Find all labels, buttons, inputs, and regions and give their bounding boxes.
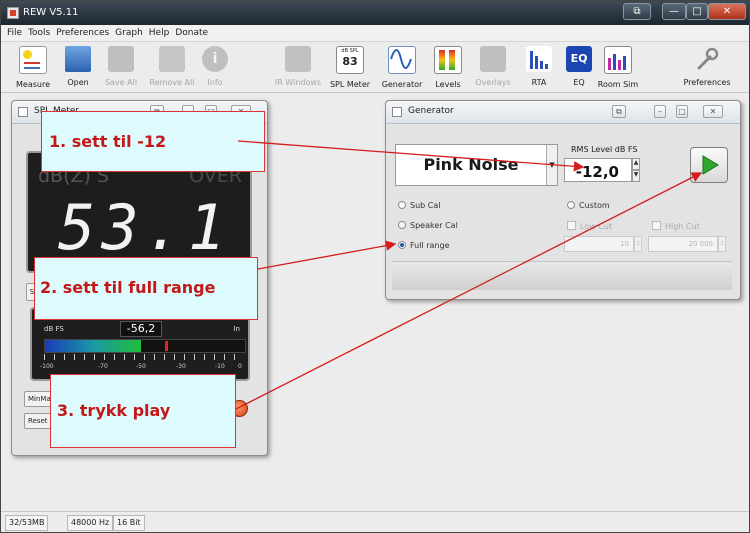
rms-spin-down[interactable]: ▼: [632, 170, 640, 182]
measure-button[interactable]: Measure: [8, 46, 58, 89]
status-bar: 32/53MB 48000 Hz 16 Bit: [1, 511, 749, 532]
rms-level-input[interactable]: -12,0: [564, 158, 632, 182]
overlays-button[interactable]: Overlays: [468, 46, 518, 87]
main-toolbar: Measure Open Save All Remove All i Info …: [1, 42, 749, 93]
gen-detach-button[interactable]: ⧉: [612, 105, 626, 118]
high-cut-checkbox[interactable]: High Cut: [652, 221, 700, 231]
menu-help[interactable]: Help: [149, 25, 170, 41]
gen-minimize-button[interactable]: –: [654, 105, 666, 118]
menu-file[interactable]: File: [7, 25, 22, 41]
level-bar-fill: [45, 340, 141, 352]
restore-button[interactable]: ⧉: [623, 3, 651, 20]
wrench-icon: [694, 46, 720, 72]
gen-maximize-button[interactable]: □: [676, 105, 688, 118]
ir-windows-icon: [285, 46, 311, 72]
low-cut-checkbox[interactable]: Low Cut: [567, 221, 612, 231]
rms-level-label: RMS Level dB FS: [571, 145, 638, 154]
play-button[interactable]: [690, 147, 728, 183]
chevron-down-icon: ▼: [546, 145, 557, 185]
low-cut-input[interactable]: 10: [564, 236, 634, 252]
info-icon: i: [202, 46, 228, 72]
preferences-button[interactable]: Preferences: [682, 46, 732, 87]
callout-step-3: 3. trykk play: [50, 374, 236, 448]
signal-type-dropdown[interactable]: Pink Noise ▼: [395, 144, 558, 186]
high-cut-spin[interactable]: ↕: [718, 236, 726, 252]
window-icon: [18, 107, 28, 117]
save-all-button[interactable]: Save All: [96, 46, 146, 87]
minimize-button[interactable]: —: [662, 3, 686, 20]
spl-reading: 53.1: [58, 191, 232, 264]
gen-close-button[interactable]: ✕: [703, 105, 723, 118]
levels-button[interactable]: Levels: [423, 46, 473, 89]
play-icon: [702, 155, 719, 175]
full-range-radio[interactable]: Full range: [398, 241, 449, 250]
menu-graph[interactable]: Graph: [115, 25, 143, 41]
generator-titlebar: Generator ⧉ – □ ✕: [386, 101, 740, 124]
menu-bar: File Tools Preferences Graph Help Donate: [1, 25, 749, 42]
ir-windows-button[interactable]: IR Windows: [273, 46, 323, 87]
folder-icon: [65, 46, 91, 72]
eq-icon: EQ: [566, 46, 592, 72]
sine-wave-icon: [388, 46, 416, 74]
overlays-icon: [480, 46, 506, 72]
window-icon: [392, 107, 402, 117]
rms-spin-up[interactable]: ▲: [632, 158, 640, 170]
room-sim-button[interactable]: Room Sim: [593, 46, 643, 89]
callout-step-1: 1. sett til -12: [41, 111, 265, 172]
spl-meter-icon: dB SPL 83: [336, 46, 364, 74]
menu-donate[interactable]: Donate: [175, 25, 208, 41]
level-peak-marker: [165, 341, 168, 351]
input-level-readout: -56,2: [120, 321, 162, 337]
room-sim-icon: [604, 46, 632, 74]
window-title: REW V5.11: [23, 7, 79, 18]
rew-main-window: REW V5.11 ⧉ — □ ✕ File Tools Preferences Gr…: [0, 0, 750, 533]
sub-cal-radio[interactable]: Sub Cal: [398, 201, 440, 210]
save-icon: [108, 46, 134, 72]
high-cut-input[interactable]: 20 000: [648, 236, 718, 252]
rta-icon: [526, 46, 552, 72]
generator-footer: [392, 261, 732, 290]
bit-depth-status: 16 Bit: [113, 515, 145, 531]
remove-icon: [159, 46, 185, 72]
low-cut-spin[interactable]: ↕: [634, 236, 642, 252]
speaker-cal-radio[interactable]: Speaker Cal: [398, 221, 458, 230]
level-bar-track: [44, 339, 246, 353]
maximize-button[interactable]: □: [686, 3, 708, 20]
level-scale-ticks: [44, 354, 244, 360]
callout-step-2: 2. sett til full range: [34, 257, 258, 320]
menu-preferences[interactable]: Preferences: [56, 25, 109, 41]
info-button[interactable]: i Info: [190, 46, 240, 87]
title-bar: REW V5.11 ⧉ — □ ✕: [1, 1, 749, 25]
generator-window: Generator ⧉ – □ ✕ Pink Noise ▼ RMS Level…: [385, 100, 741, 300]
spl-meter-button[interactable]: dB SPL 83 SPL Meter: [325, 46, 375, 89]
measure-icon: [19, 46, 47, 74]
levels-icon: [434, 46, 462, 74]
sample-rate-status: 48000 Hz: [67, 515, 114, 531]
app-icon: [7, 7, 19, 19]
generator-button[interactable]: Generator: [377, 46, 427, 89]
menu-tools[interactable]: Tools: [28, 25, 50, 41]
close-button[interactable]: ✕: [708, 3, 746, 20]
custom-radio[interactable]: Custom: [567, 201, 610, 210]
memory-status: 32/53MB: [5, 515, 49, 531]
